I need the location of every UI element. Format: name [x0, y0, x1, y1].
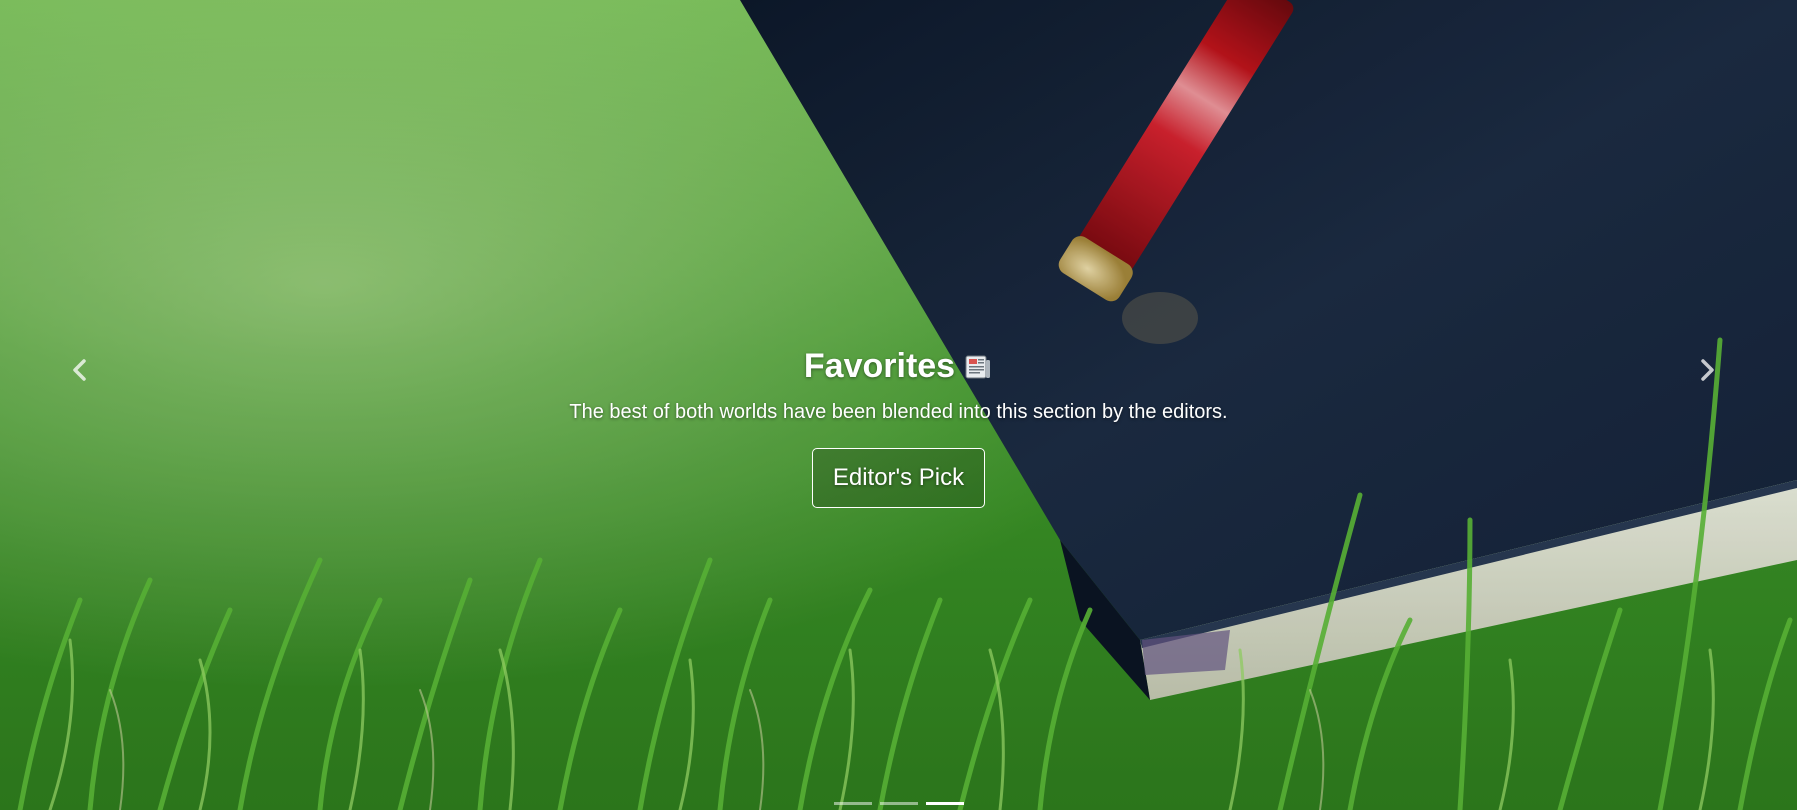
carousel-indicator-3[interactable]: [925, 802, 964, 805]
slide-title-row: Favorites: [804, 344, 993, 388]
chevron-left-icon: [73, 359, 86, 381]
editors-pick-button[interactable]: Editor's Pick: [811, 448, 986, 508]
slide-caption: Favorites The best of both worlds have b…: [0, 344, 1797, 508]
carousel-indicator-2[interactable]: [879, 802, 918, 805]
slide-description: The best of both worlds have been blende…: [569, 401, 1228, 423]
carousel-next-button[interactable]: [1677, 340, 1737, 400]
carousel-indicator-1[interactable]: [833, 802, 872, 805]
chevron-right-icon: [1701, 359, 1714, 381]
carousel-slide: Favorites The best of both worlds have b…: [0, 0, 1797, 810]
newspaper-icon: [965, 355, 991, 379]
hero-carousel: Favorites The best of both worlds have b…: [0, 0, 1797, 810]
carousel-prev-button[interactable]: [50, 340, 110, 400]
carousel-indicators: [0, 802, 1797, 805]
slide-title: Favorites: [803, 347, 956, 385]
